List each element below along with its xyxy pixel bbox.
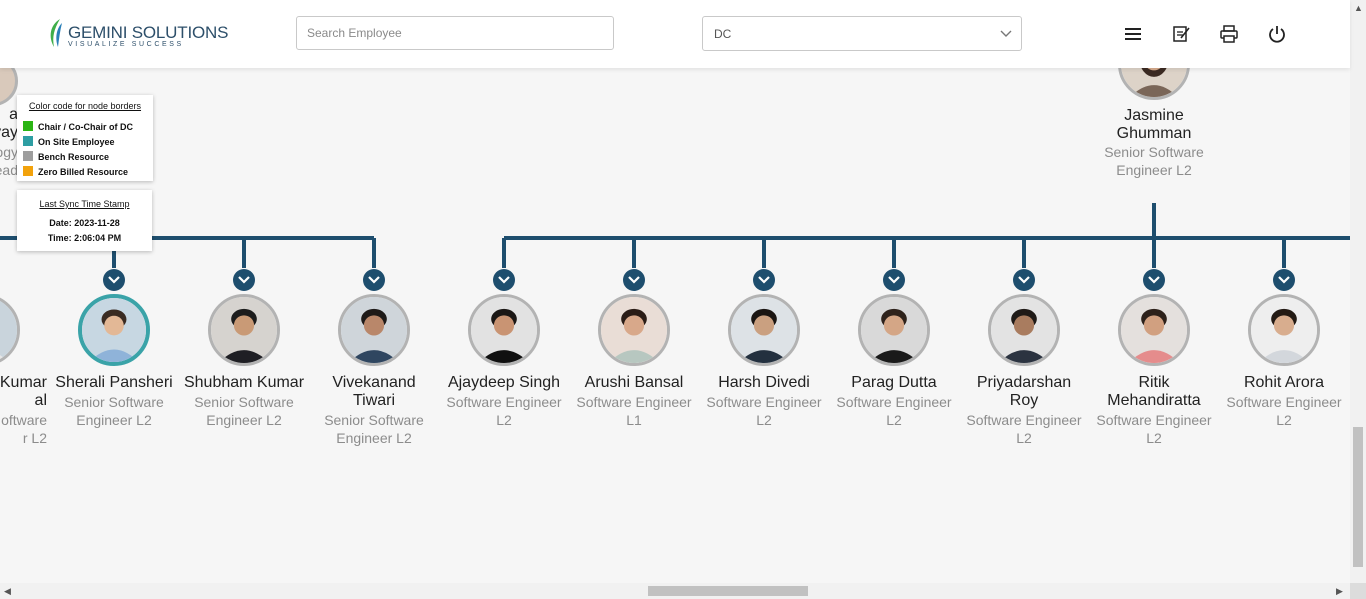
vertical-scrollbar[interactable]: ▲ bbox=[1350, 0, 1366, 583]
power-icon[interactable] bbox=[1267, 24, 1287, 44]
employee-role: Senior Software Engineer L2 bbox=[64, 394, 164, 428]
employee-name: Priyadarshan Roy bbox=[976, 374, 1072, 409]
scroll-left-arrow-icon[interactable]: ◀ bbox=[4, 586, 11, 597]
dc-dropdown-value: DC bbox=[714, 27, 732, 41]
employee-role: oftware r L2 bbox=[1, 412, 47, 446]
dc-dropdown[interactable]: DC bbox=[702, 16, 1022, 51]
avatar bbox=[468, 294, 540, 366]
org-chart-canvas[interactable]: a vay ogy ead Jasmine Ghumman Senior Sof… bbox=[0, 68, 1350, 582]
employee-role: Software Engineer L2 bbox=[446, 394, 562, 428]
avatar bbox=[858, 294, 930, 366]
employee-name: Ajaydeep Singh bbox=[447, 374, 561, 391]
expand-chevron-icon[interactable] bbox=[623, 269, 645, 291]
employee-name: Sherali Pansheri bbox=[55, 374, 173, 391]
avatar bbox=[988, 294, 1060, 366]
expand-chevron-icon[interactable] bbox=[233, 269, 255, 291]
scroll-up-arrow-icon[interactable]: ▲ bbox=[1354, 3, 1363, 13]
employee-name: Shubham Kumar bbox=[183, 374, 305, 391]
expand-chevron-icon[interactable] bbox=[1143, 269, 1165, 291]
avatar bbox=[728, 294, 800, 366]
legend-item-zero-billed: Zero Billed Resource bbox=[23, 166, 128, 178]
expand-chevron-icon[interactable] bbox=[103, 269, 125, 291]
employee-name: Rohit Arora bbox=[1243, 374, 1325, 391]
employee-role: Software Engineer L2 bbox=[1226, 394, 1342, 428]
employee-role: Senior Software Engineer L2 bbox=[194, 394, 294, 428]
employee-name: Ritik Mehandiratta bbox=[1107, 374, 1201, 409]
avatar bbox=[1118, 294, 1190, 366]
expand-chevron-icon[interactable] bbox=[1013, 269, 1035, 291]
expand-chevron-icon[interactable] bbox=[1273, 269, 1295, 291]
sync-date: Date: 2023-11-28 bbox=[49, 218, 120, 228]
menu-icon[interactable] bbox=[1123, 24, 1143, 44]
logo-tagline: VISUALIZE SUCCESS bbox=[68, 41, 184, 48]
avatar bbox=[1248, 294, 1320, 366]
employee-role: Software Engineer L2 bbox=[706, 394, 822, 428]
sync-time: Time: 2:06:04 PM bbox=[47, 233, 122, 243]
avatar bbox=[598, 294, 670, 366]
border-color-legend: Color code for node borders Chair / Co-C… bbox=[17, 95, 153, 181]
chevron-down-icon bbox=[1000, 30, 1012, 37]
notes-icon[interactable] bbox=[1171, 24, 1191, 44]
employee-name: Parag Dutta bbox=[851, 374, 937, 391]
legend-item-chair: Chair / Co-Chair of DC bbox=[23, 121, 133, 133]
company-logo[interactable]: GEMINI SOLUTIONS VISUALIZE SUCCESS bbox=[46, 17, 228, 51]
sync-title: Last Sync Time Stamp bbox=[39, 199, 130, 209]
employee-name: Harsh Divedi bbox=[718, 374, 810, 391]
avatar bbox=[338, 294, 410, 366]
employee-name: Arushi Bansal bbox=[584, 374, 684, 391]
vertical-scroll-thumb[interactable] bbox=[1353, 427, 1363, 567]
search-employee-input[interactable] bbox=[296, 16, 614, 50]
employee-role: Software Engineer L2 bbox=[836, 394, 952, 428]
print-icon[interactable] bbox=[1219, 24, 1239, 44]
horizontal-scroll-thumb[interactable] bbox=[648, 586, 808, 596]
last-sync-box: Last Sync Time Stamp Date: 2023-11-28 Ti… bbox=[17, 190, 152, 251]
avatar bbox=[78, 294, 150, 366]
employee-role: Software Engineer L2 bbox=[1096, 412, 1212, 446]
scroll-right-arrow-icon[interactable]: ▶ bbox=[1336, 586, 1343, 597]
expand-chevron-icon[interactable] bbox=[883, 269, 905, 291]
employee-name: Vivekanand Tiwari bbox=[332, 374, 416, 409]
employee-name: Kumar al bbox=[0, 374, 47, 409]
logo-name: GEMINI SOLUTIONS bbox=[68, 23, 229, 42]
avatar bbox=[208, 294, 280, 366]
legend-item-bench: Bench Resource bbox=[23, 151, 109, 163]
expand-chevron-icon[interactable] bbox=[493, 269, 515, 291]
expand-chevron-icon[interactable] bbox=[363, 269, 385, 291]
horizontal-scrollbar[interactable]: ◀ ▶ bbox=[0, 583, 1350, 599]
top-header: GEMINI SOLUTIONS VISUALIZE SUCCESS DC bbox=[0, 0, 1350, 68]
legend-item-onsite: On Site Employee bbox=[23, 136, 115, 148]
logo-leaf-icon bbox=[50, 19, 62, 47]
scrollbar-corner bbox=[1350, 583, 1366, 599]
employee-role: Software Engineer L1 bbox=[576, 394, 692, 428]
expand-chevron-icon[interactable] bbox=[753, 269, 775, 291]
legend-title: Color code for node borders bbox=[28, 101, 142, 111]
employee-role: Senior Software Engineer L2 bbox=[324, 412, 424, 446]
employee-role: Software Engineer L2 bbox=[966, 412, 1082, 446]
